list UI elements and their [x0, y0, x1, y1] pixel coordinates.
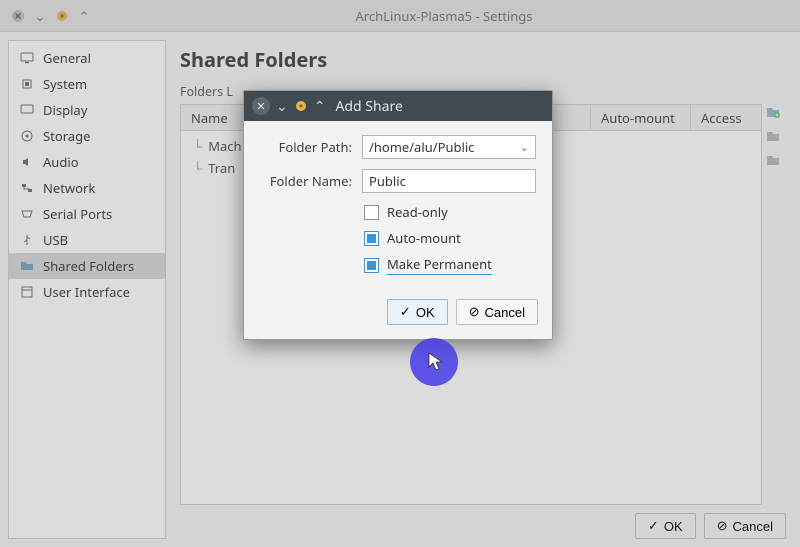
make-permanent-row[interactable]: Make Permanent [364, 255, 536, 275]
folder-name-value: Public [369, 172, 406, 190]
dialog-body: Folder Path: /home/alu/Public ⌄ Folder N… [244, 121, 552, 289]
auto-mount-label: Auto-mount [387, 229, 461, 247]
chevron-up-icon[interactable] [314, 97, 326, 116]
cancel-icon: ⊘ [469, 304, 480, 320]
folder-name-label: Folder Name: [260, 172, 352, 190]
dialog-footer: ✓ OK ⊘ Cancel [244, 289, 552, 339]
read-only-checkbox[interactable] [364, 205, 379, 220]
close-icon[interactable]: ✕ [252, 97, 270, 115]
read-only-label: Read-only [387, 203, 448, 221]
folder-name-input[interactable]: Public [362, 169, 536, 193]
folder-path-label: Folder Path: [260, 138, 352, 156]
add-share-dialog: ✕ Add Share Folder Path: /home/alu/Publi… [243, 90, 553, 340]
folder-path-value: /home/alu/Public [369, 138, 474, 156]
chevron-down-icon: ⌄ [520, 140, 529, 155]
read-only-row[interactable]: Read-only [364, 203, 536, 221]
dialog-titlebar[interactable]: ✕ Add Share [244, 91, 552, 121]
dialog-ok-button[interactable]: ✓ OK [387, 299, 448, 325]
dialog-title: Add Share [335, 97, 402, 116]
chevron-down-icon[interactable] [276, 97, 288, 116]
gear-icon[interactable] [294, 99, 308, 113]
make-permanent-checkbox[interactable] [364, 258, 379, 273]
button-label: OK [416, 305, 435, 320]
auto-mount-row[interactable]: Auto-mount [364, 229, 536, 247]
make-permanent-label: Make Permanent [387, 255, 492, 275]
folder-path-combobox[interactable]: /home/alu/Public ⌄ [362, 135, 536, 159]
button-label: Cancel [485, 305, 525, 320]
check-icon: ✓ [400, 304, 411, 320]
dialog-cancel-button[interactable]: ⊘ Cancel [456, 299, 538, 325]
auto-mount-checkbox[interactable] [364, 231, 379, 246]
